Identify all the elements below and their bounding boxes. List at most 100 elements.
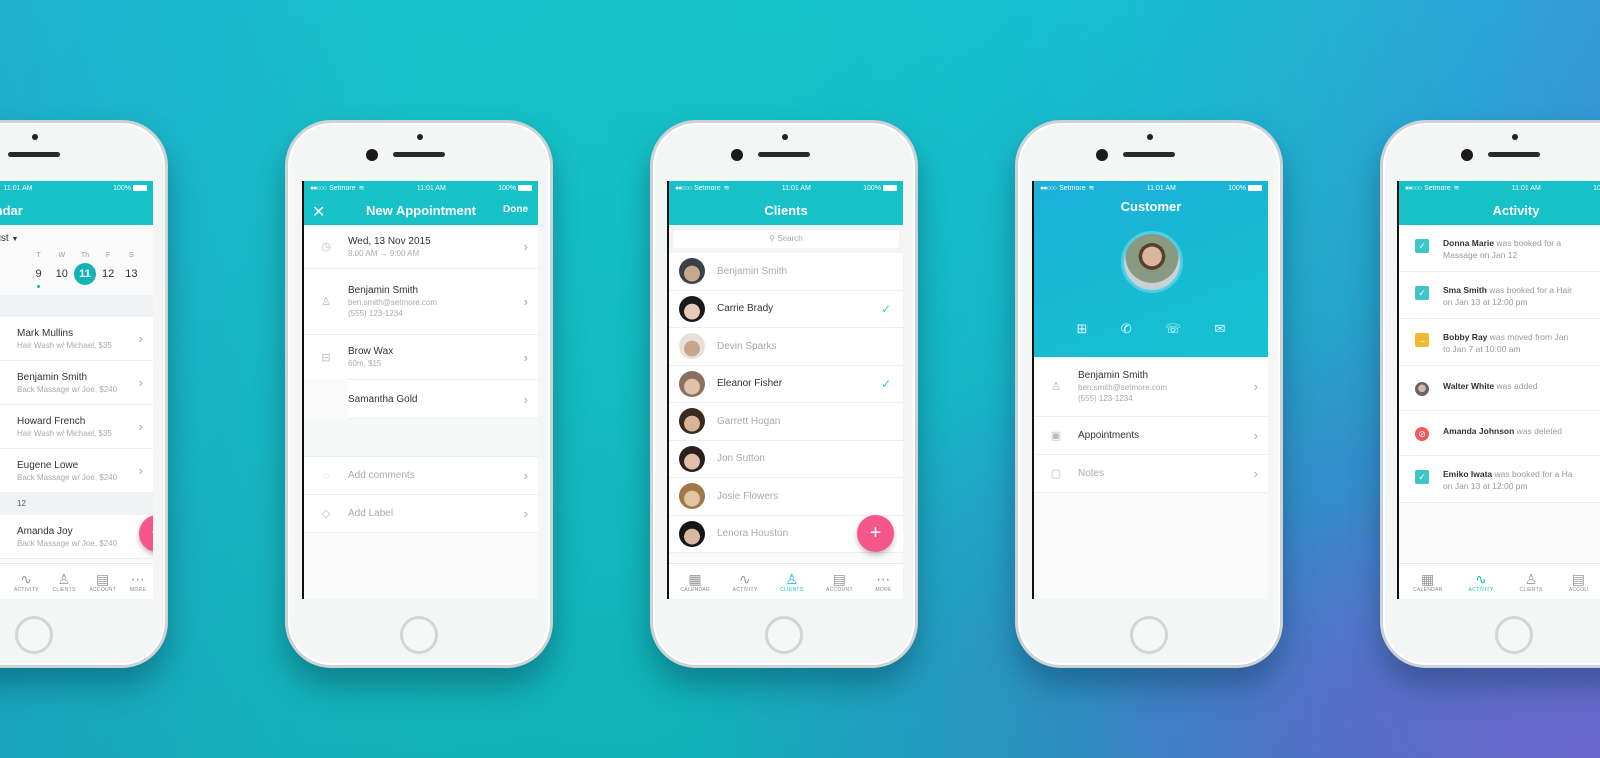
activity-icon: ∿: [1475, 570, 1488, 587]
date-cell[interactable]: 13: [120, 263, 142, 285]
search-input[interactable]: ⚲ Search: [673, 230, 899, 248]
account-icon: ▤: [832, 570, 847, 587]
appointment-row[interactable]: M Eugene Lowe Back Massage w/ Joe, $240 …: [0, 449, 153, 493]
tab-account[interactable]: ▤ ACCOU: [1569, 571, 1589, 593]
tab-label: CLIENTS: [52, 586, 76, 593]
wifi-icon: ≋: [358, 185, 365, 192]
appointment-row[interactable]: M Howard French Hair Wash w/ Michael, $3…: [0, 405, 153, 449]
label-field[interactable]: Add Label: [348, 508, 393, 519]
appointment-row[interactable]: AM Benjamin Smith Back Massage w/ Joe, $…: [0, 361, 153, 405]
date-cell[interactable]: 12: [97, 263, 119, 285]
notes-row[interactable]: ▢ Notes ›: [1034, 455, 1268, 493]
client-row[interactable]: Devin Sparks: [669, 328, 903, 366]
tab-calendar[interactable]: ▦ CALENDAR: [680, 571, 710, 593]
calendar-add-icon[interactable]: ⊞: [1077, 321, 1088, 337]
tab-bar: ∿ ACTIVITY ♙ CLIENTS ▤ ACCOUNT ⋯ MORE: [0, 563, 153, 599]
tab-clients[interactable]: ♙ CLIENTS: [52, 571, 75, 593]
close-icon[interactable]: ✕: [312, 202, 325, 222]
tab-more[interactable]: ⋯ MORE: [130, 571, 146, 593]
arrow-right-icon: →: [379, 248, 388, 258]
customer-info-row[interactable]: ♙ Benjamin Smith ben.smith@setmore.com (…: [1034, 357, 1268, 417]
activity-item[interactable]: → Bobby Ray was moved from Jan to Jan 7 at…: [1399, 319, 1600, 366]
tab-activity[interactable]: ∿ ACTIVITY: [1469, 571, 1494, 593]
appointment-date: Wed, 13 Nov 2015: [348, 235, 431, 247]
phone-icon[interactable]: ✆: [1121, 321, 1132, 337]
activity-item[interactable]: ✓ Donna Marie was booked for a Massage on …: [1399, 225, 1600, 272]
mail-icon[interactable]: ✉: [1214, 321, 1225, 337]
appointment-time: M: [0, 532, 17, 542]
client-row[interactable]: Jon Sutton: [669, 440, 903, 478]
chat-icon[interactable]: ☏: [1165, 321, 1181, 337]
home-button[interactable]: [1130, 616, 1168, 654]
appointment-list: AM Mark Mullins Hair Wash w/ Michael, $3…: [0, 317, 153, 493]
date-cell[interactable]: 9: [28, 263, 50, 288]
status-battery: 100%: [863, 184, 881, 192]
carrier: Setmore: [329, 184, 356, 192]
tab-label: ACCOUNT: [89, 586, 117, 593]
client-row[interactable]: Carrie Brady ✓: [669, 290, 903, 328]
signal-icon: ●●○○○: [310, 184, 327, 192]
home-button[interactable]: [1495, 616, 1533, 654]
activity-item[interactable]: ✓ Emiko Iwata was booked for a Ha on Jan 1…: [1399, 456, 1600, 503]
client-row[interactable]: Benjamin Smith: [669, 253, 903, 291]
comments-field[interactable]: Add comments: [348, 470, 415, 481]
front-camera: [1461, 149, 1473, 161]
home-button[interactable]: [15, 616, 53, 654]
service-row[interactable]: ⊟ Brow Wax 60m, $15 ›: [304, 335, 538, 379]
appointment-row[interactable]: M Amanda Joy Back Massage w/ Joe, $240 ›: [0, 515, 153, 559]
tab-bar: ▦ CALENDAR ∿ ACTIVITY ♙ CLIENTS ▤ ACCOU: [1399, 563, 1600, 599]
comments-row[interactable]: ◌ Add comments ›: [304, 457, 538, 495]
activity-text-line2: Massage on Jan 12: [1443, 250, 1518, 260]
activity-item[interactable]: ⊘ Amanda Johnson was deleted: [1399, 411, 1600, 456]
weekday: S: [129, 252, 134, 259]
activity-client: Emiko Iwata: [1443, 469, 1493, 479]
customer-name: Benjamin Smith: [348, 285, 419, 296]
tab-account[interactable]: ▤ ACCOUNT: [826, 571, 853, 593]
client-row[interactable]: Garrett Hogan: [669, 403, 903, 441]
date-cell-selected[interactable]: 11: [73, 263, 96, 285]
earpiece: [758, 152, 810, 157]
label-row[interactable]: ◇ Add Label ›: [304, 495, 538, 533]
proximity-sensor: [417, 134, 423, 140]
status-bar: ●●○○○Setmore≋ 11:01 AM 100%: [304, 181, 538, 195]
client-avatar: [679, 370, 705, 397]
add-client-button[interactable]: +: [857, 515, 894, 552]
client-row[interactable]: Eleanor Fisher ✓: [669, 365, 903, 403]
client-avatar: [679, 333, 705, 360]
appointments-row[interactable]: ▣ Appointments ›: [1034, 417, 1268, 455]
customer-row[interactable]: ♙ Benjamin Smith ben.smith@setmore.com (…: [304, 269, 538, 335]
chevron-right-icon: ›: [1253, 428, 1258, 443]
activity-item[interactable]: ✓ Sma Smith was booked for a Hair on Jan 1…: [1399, 272, 1600, 319]
activity-item[interactable]: Walter White was added: [1399, 366, 1600, 411]
done-button[interactable]: Done: [503, 204, 528, 215]
month-selector[interactable]: August ▼: [0, 233, 153, 244]
staff-row[interactable]: Samantha Gold ›: [348, 379, 538, 419]
tab-activity[interactable]: ∿ ACTIVITY: [14, 571, 39, 593]
tab-clients[interactable]: ♙ CLIENTS: [780, 571, 803, 593]
tab-label: MORE: [875, 586, 892, 593]
calendar-header: August ▼ T W Th F S 9 10 11 12 13: [0, 225, 153, 295]
home-button[interactable]: [400, 616, 438, 654]
tab-more[interactable]: ⋯ MORE: [875, 571, 891, 593]
page-title: New Appointment: [365, 202, 476, 218]
tab-label: CLIENTS: [1519, 586, 1543, 593]
service-detail: 60m, $15: [348, 359, 382, 368]
tab-calendar[interactable]: ▦ CALENDAR: [1413, 571, 1443, 593]
home-button[interactable]: [765, 616, 803, 654]
status-time: 11:01 AM: [3, 184, 33, 192]
section-label: 12: [17, 499, 26, 508]
front-camera: [366, 149, 378, 161]
activity-icon: ∿: [739, 570, 752, 587]
tab-activity[interactable]: ∿ ACTIVITY: [733, 571, 758, 593]
tab-clients[interactable]: ♙ CLIENTS: [1520, 571, 1543, 593]
activity-text: was moved from Jan: [1487, 332, 1569, 342]
tab-bar: ▦ CALENDAR ∿ ACTIVITY ♙ CLIENTS ▤ ACCOUNT ⋯ M…: [669, 563, 903, 599]
chevron-right-icon: ›: [1253, 466, 1258, 481]
date-cell[interactable]: 10: [51, 263, 73, 285]
client-row[interactable]: Josie Flowers: [669, 478, 903, 516]
date-time-row[interactable]: ◷ Wed, 13 Nov 2015 8:00 AM → 9:00 AM ›: [304, 225, 538, 269]
tab-account[interactable]: ▤ ACCOUNT: [89, 571, 116, 593]
check-icon: ✓: [1415, 470, 1429, 484]
move-icon: →: [1415, 333, 1429, 347]
appointment-row[interactable]: AM Mark Mullins Hair Wash w/ Michael, $3…: [0, 317, 153, 361]
